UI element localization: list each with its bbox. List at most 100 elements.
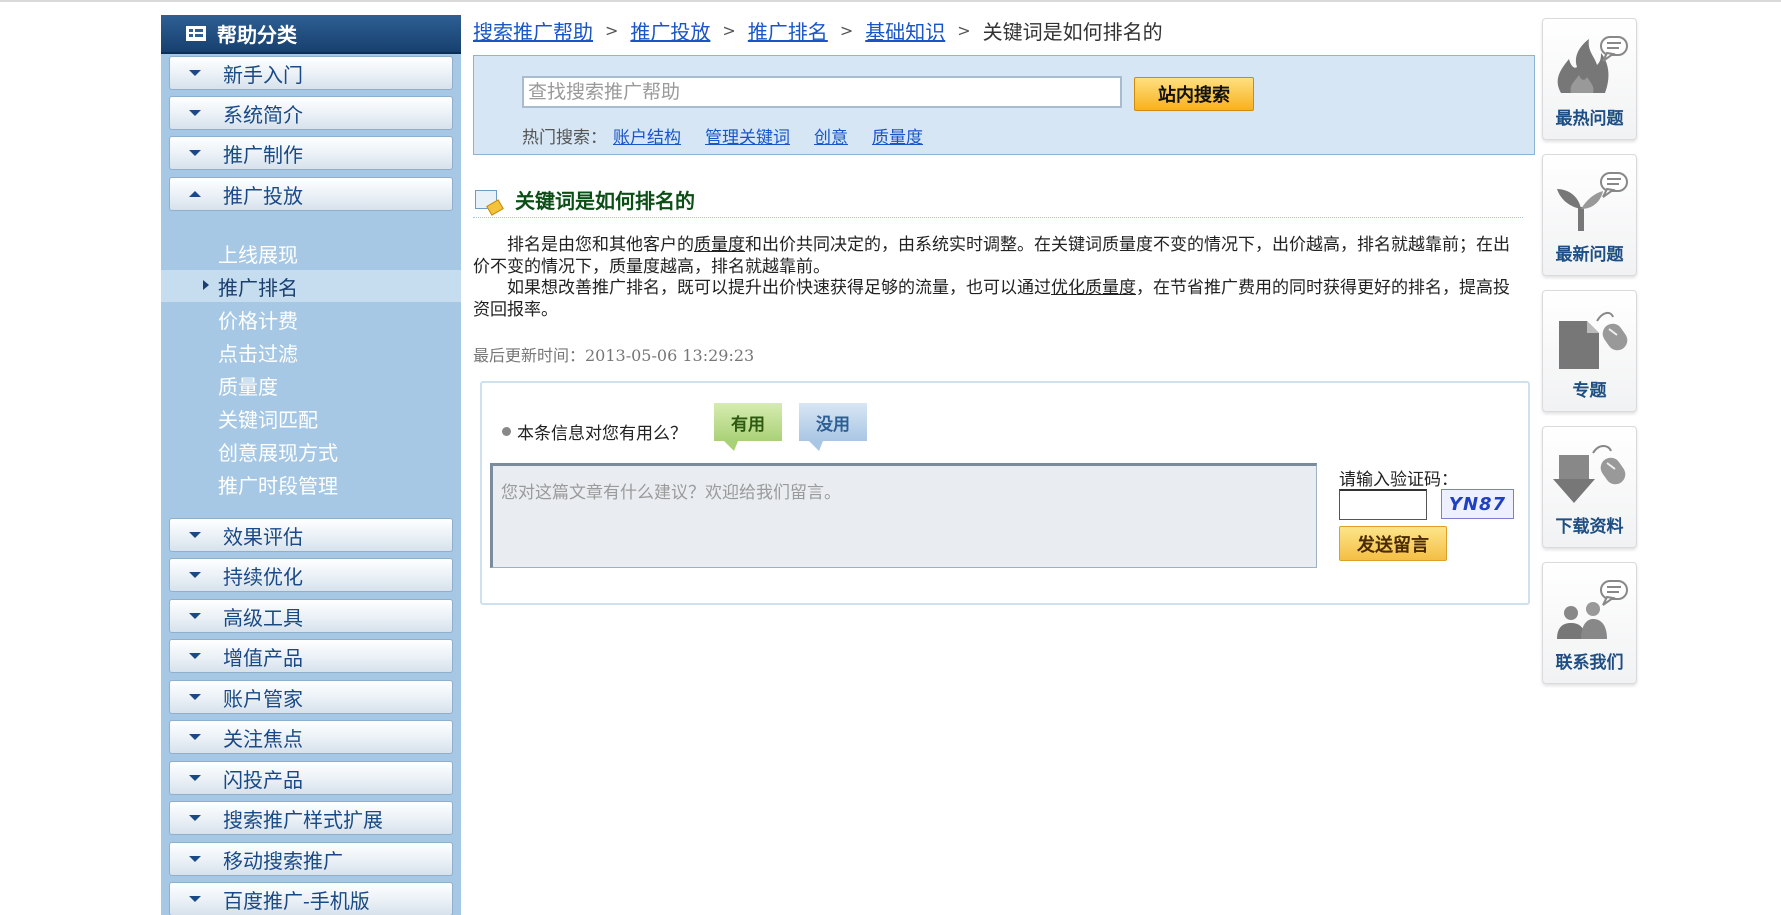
category-label: 推广投放 (223, 183, 303, 208)
chevron-down-icon (189, 532, 201, 538)
tool-label: 最新问题 (1555, 245, 1624, 265)
hot-link-manage-keywords[interactable]: 管理关键词 (705, 128, 790, 148)
subitem-label: 质量度 (218, 374, 278, 399)
tool-latest-questions[interactable]: 最新问题 (1542, 154, 1637, 276)
document-mouse-icon (1559, 311, 1628, 369)
breadcrumb-link-search-help[interactable]: 搜索推广帮助 (473, 16, 593, 45)
help-search-input[interactable] (522, 76, 1122, 108)
breadcrumb-link-delivery[interactable]: 推广投放 (630, 16, 710, 45)
tool-label: 下载资料 (1555, 517, 1624, 537)
category-delivery[interactable]: 推广投放 (169, 177, 453, 211)
subitem-creative-display[interactable]: 创意展现方式 (161, 435, 461, 467)
breadcrumb-current: 关键词是如何排名的 (982, 20, 1163, 44)
category-label: 增值产品 (223, 645, 303, 670)
feedback-question-text: 本条信息对您有用么？ (517, 424, 687, 444)
category-flash-delivery[interactable]: 闪投产品 (169, 761, 453, 795)
captcha-label: 请输入验证码： (1339, 470, 1458, 490)
tool-topics[interactable]: 专题 (1542, 290, 1637, 412)
quality-score-link[interactable]: 质量度 (694, 235, 745, 255)
category-label: 移动搜索推广 (223, 848, 343, 873)
hot-searches-label: 热门搜索： (522, 128, 607, 148)
category-label: 持续优化 (223, 564, 303, 589)
subitem-quality-score[interactable]: 质量度 (161, 369, 461, 401)
chevron-down-icon (189, 653, 201, 659)
tool-downloads[interactable]: 下载资料 (1542, 426, 1637, 548)
bullet-icon (502, 427, 511, 436)
useful-button[interactable]: 有用 (714, 403, 782, 451)
category-focus[interactable]: 关注焦点 (169, 720, 453, 754)
chevron-down-icon (189, 775, 201, 781)
subitem-label: 推广时段管理 (218, 473, 338, 498)
chevron-down-icon (189, 694, 201, 700)
category-mobile-search[interactable]: 移动搜索推广 (169, 842, 453, 876)
article-title: 关键词是如何排名的 (515, 189, 695, 213)
tool-label: 最热问题 (1555, 109, 1624, 129)
subitem-pricing[interactable]: 价格计费 (161, 303, 461, 335)
captcha-input[interactable] (1339, 489, 1427, 520)
subitem-label: 上线展现 (218, 242, 298, 267)
hot-link-account-structure[interactable]: 账户结构 (613, 128, 681, 148)
subitem-label: 创意展现方式 (218, 440, 338, 465)
category-label: 百度推广-手机版 (223, 888, 370, 913)
hot-searches: 热门搜索： 账户结构 管理关键词 创意 质量度 (522, 123, 923, 148)
subitem-ranking[interactable]: 推广排名 (161, 270, 461, 302)
category-style-extension[interactable]: 搜索推广样式扩展 (169, 801, 453, 835)
subitem-online-display[interactable]: 上线展现 (161, 237, 461, 269)
category-value-added[interactable]: 增值产品 (169, 639, 453, 673)
sidebar-title: 帮助分类 (217, 23, 297, 47)
subitem-label: 价格计费 (218, 308, 298, 333)
send-message-button[interactable]: 发送留言 (1339, 526, 1447, 561)
captcha-image[interactable]: YN87 (1441, 489, 1514, 519)
chevron-down-icon (189, 896, 201, 902)
breadcrumb-separator: > (605, 21, 619, 40)
chevron-down-icon (189, 110, 201, 116)
hot-link-quality-score[interactable]: 质量度 (872, 128, 923, 148)
last-updated: 最后更新时间：2013-05-06 13:29:23 (473, 346, 755, 365)
category-label: 账户管家 (223, 686, 303, 711)
article-text: 排名是由您和其他客户的 (507, 235, 694, 255)
subitem-keyword-match[interactable]: 关键词匹配 (161, 402, 461, 434)
chevron-down-icon (189, 613, 201, 619)
chevron-up-icon (189, 191, 201, 197)
article-text: 如果想改善推广排名，既可以提升出价快速获得足够的流量，也可以通过 (507, 278, 1051, 298)
chevron-down-icon (189, 856, 201, 862)
feedback-panel: 本条信息对您有用么？ 有用 没用 请输入验证码： YN87 发送留言 (480, 381, 1530, 605)
hot-link-creative[interactable]: 创意 (814, 128, 848, 148)
article-edit-icon (475, 190, 497, 209)
category-label: 搜索推广样式扩展 (223, 807, 383, 832)
chevron-down-icon (189, 572, 201, 578)
list-icon (186, 26, 206, 41)
tool-hot-questions[interactable]: 最热问题 (1542, 18, 1637, 140)
category-production[interactable]: 推广制作 (169, 136, 453, 170)
breadcrumb-separator: > (722, 21, 736, 40)
subitem-click-filter[interactable]: 点击过滤 (161, 336, 461, 368)
breadcrumb-link-ranking[interactable]: 推广排名 (748, 16, 828, 45)
tool-label: 专题 (1572, 381, 1607, 401)
category-optimization[interactable]: 持续优化 (169, 558, 453, 592)
category-evaluation[interactable]: 效果评估 (169, 518, 453, 552)
chevron-down-icon (189, 734, 201, 740)
category-label: 系统简介 (223, 102, 303, 127)
category-advanced-tools[interactable]: 高级工具 (169, 599, 453, 633)
not-useful-button[interactable]: 没用 (799, 403, 867, 451)
subitem-label: 点击过滤 (218, 341, 298, 366)
site-search-button[interactable]: 站内搜索 (1134, 77, 1254, 111)
chevron-down-icon (189, 70, 201, 76)
tool-contact-us[interactable]: 联系我们 (1542, 562, 1637, 684)
optimize-quality-link[interactable]: 优化质量度 (1051, 278, 1136, 298)
subitem-label: 关键词匹配 (218, 407, 318, 432)
comment-textarea[interactable] (490, 463, 1317, 568)
category-label: 关注焦点 (223, 726, 303, 751)
subitem-schedule[interactable]: 推广时段管理 (161, 468, 461, 500)
tool-label: 联系我们 (1555, 653, 1624, 673)
category-account-manager[interactable]: 账户管家 (169, 680, 453, 714)
category-system-intro[interactable]: 系统简介 (169, 96, 453, 130)
download-mouse-icon (1553, 445, 1626, 503)
subitem-label: 推广排名 (218, 275, 298, 300)
caret-right-icon (203, 280, 209, 290)
category-beginner[interactable]: 新手入门 (169, 56, 453, 90)
article-header: 关键词是如何排名的 (473, 182, 1523, 218)
breadcrumb-link-basics[interactable]: 基础知识 (865, 16, 945, 45)
category-mobile-app[interactable]: 百度推广-手机版 (169, 882, 453, 915)
category-label: 推广制作 (223, 142, 303, 167)
